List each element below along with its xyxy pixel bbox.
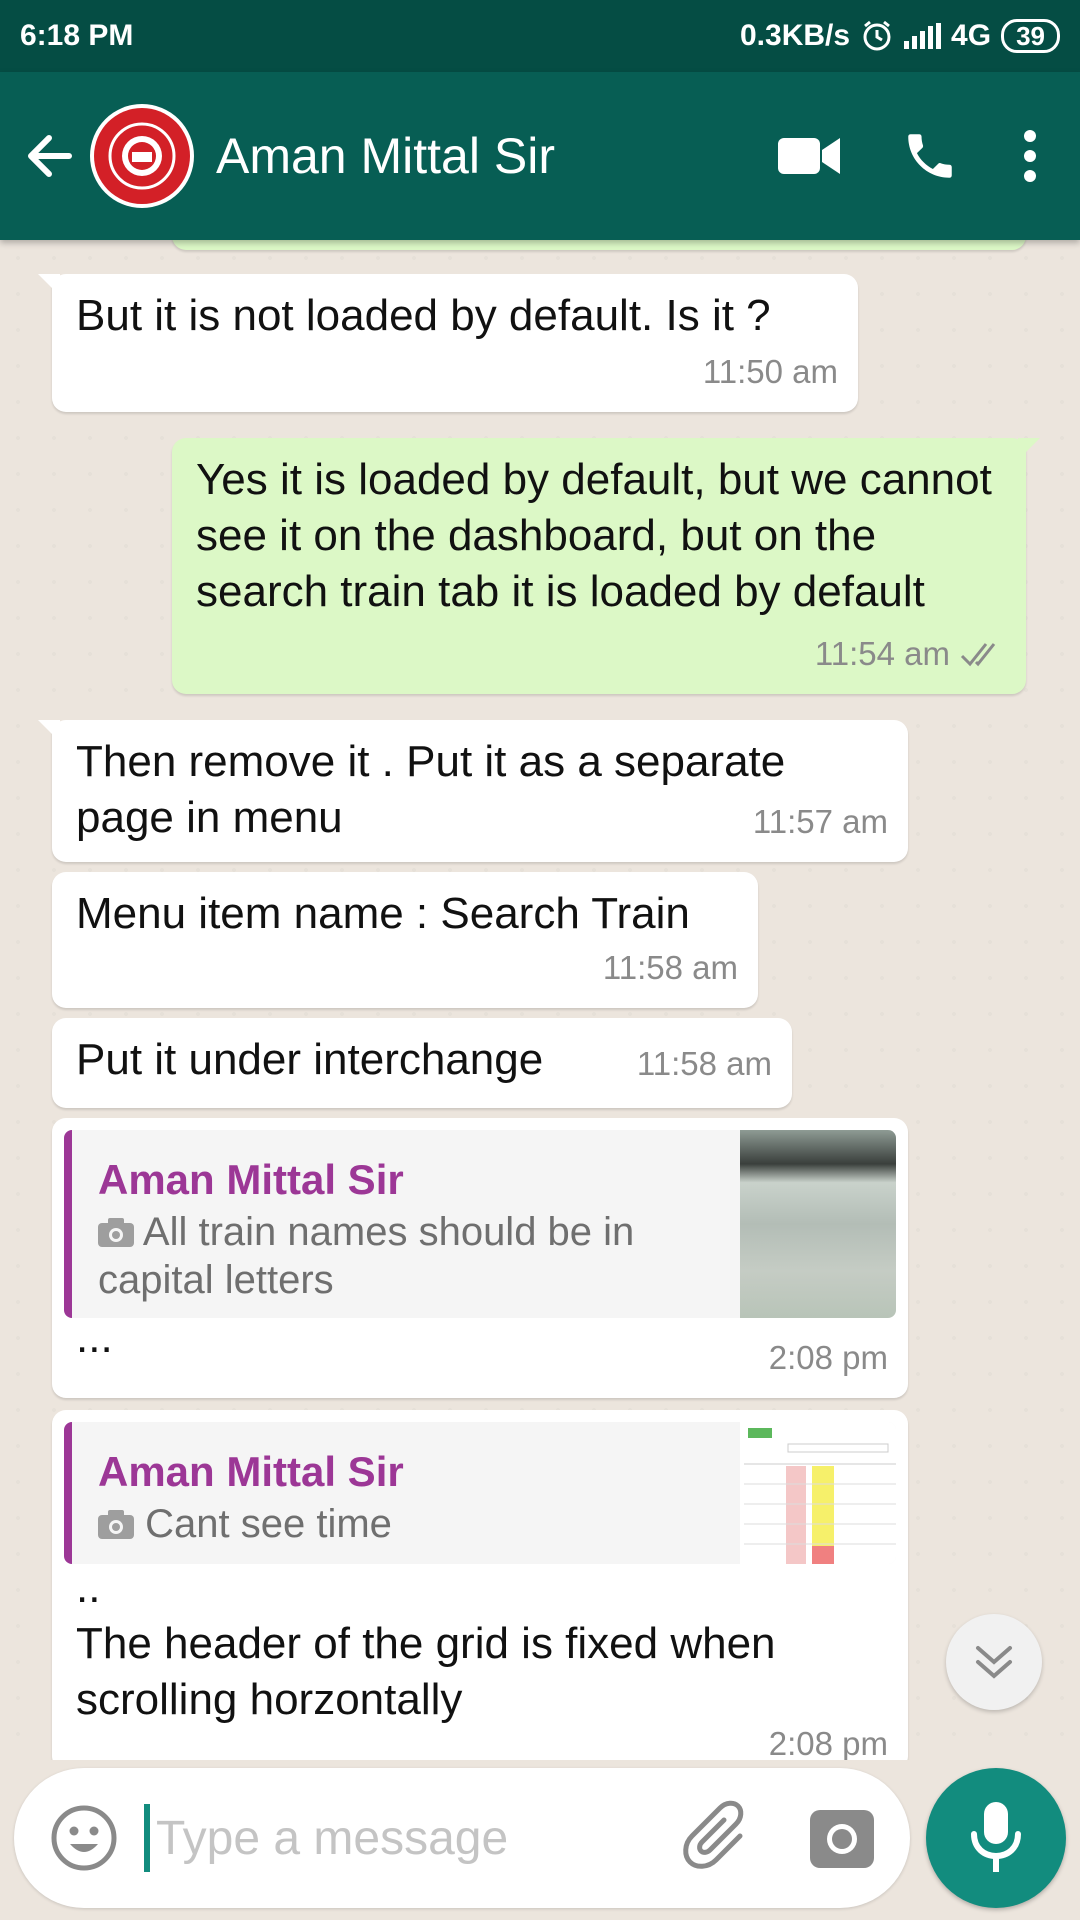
more-options-button[interactable]: [1010, 116, 1050, 196]
camera-button[interactable]: [806, 1802, 878, 1874]
message-text: Menu item name : Search Train: [76, 889, 690, 938]
video-call-button[interactable]: [770, 116, 850, 196]
scroll-to-bottom-button[interactable]: [946, 1614, 1042, 1710]
message-bubble[interactable]: Put it under interchange 11:58 am: [52, 1018, 792, 1108]
voice-call-button[interactable]: [890, 116, 970, 196]
quoted-message[interactable]: Aman Mittal Sir Cant see time: [64, 1422, 896, 1564]
chat-header: Aman Mittal Sir: [0, 72, 1080, 240]
message-bubble[interactable]: Aman Mittal Sir All train names should b…: [52, 1118, 908, 1398]
message-time: 2:08 pm: [768, 1725, 888, 1760]
status-bar: 6:18 PM 0.3KB/s 4G 39: [0, 0, 1080, 72]
message-text: ...: [76, 1313, 113, 1362]
message-time: 11:57 am: [752, 803, 888, 840]
message-text: Yes it is loaded by default, but we cann…: [196, 455, 992, 616]
composer: [14, 1768, 910, 1908]
alarm-icon: [863, 20, 891, 51]
message-bubble[interactable]: Yes it is loaded by default, but we cann…: [172, 438, 1040, 694]
message-bubble[interactable]: Menu item name : Search Train 11:58 am: [52, 872, 758, 1008]
camera-icon: [98, 1510, 134, 1539]
indian-railways-logo: [94, 108, 190, 204]
message-text: But it is not loaded by default. Is it ?: [76, 291, 771, 340]
network-type: 4G: [951, 19, 992, 52]
attach-icon: [683, 1800, 744, 1869]
double-check-icon: [960, 643, 996, 667]
signal-icon: [904, 23, 942, 49]
message-bubble[interactable]: Then remove it . Put it as a separate pa…: [38, 720, 908, 862]
message-input[interactable]: [156, 1798, 536, 1878]
battery-icon: 39: [1001, 19, 1060, 53]
back-arrow-icon: [28, 135, 72, 177]
emoji-button[interactable]: [44, 1798, 124, 1878]
status-indicators: 0.3KB/s 4G 39: [740, 19, 1060, 53]
message-time: 11:50 am: [702, 353, 838, 390]
voice-call-icon: [908, 134, 952, 178]
message-bubble-partial: [172, 240, 1026, 250]
quote-text: Cant see time: [98, 1500, 658, 1548]
message-time: 2:08 pm: [768, 1339, 888, 1376]
quote-text-label: Cant see time: [145, 1502, 392, 1546]
message-time: 11:54 am: [814, 635, 950, 672]
avatar[interactable]: [90, 104, 194, 208]
quote-thumbnail: [740, 1422, 896, 1564]
emoji-icon: [51, 1805, 117, 1871]
message-list[interactable]: But it is not loaded by default. Is it ?…: [0, 240, 1080, 1760]
mic-icon: [971, 1802, 1021, 1872]
double-chevron-down-icon: [976, 1646, 1012, 1679]
quote-text: All train names should be in capital let…: [98, 1208, 658, 1304]
text-cursor: [144, 1804, 150, 1872]
more-options-icon: [1024, 130, 1036, 182]
video-call-icon: [778, 138, 840, 174]
battery-level: 39: [1016, 20, 1045, 51]
message-time: 11:58 am: [602, 949, 738, 986]
status-time: 6:18 PM: [20, 19, 134, 52]
message-text: .. The header of the grid is fixed when …: [76, 1563, 776, 1724]
voice-message-button[interactable]: [926, 1768, 1066, 1908]
contact-name[interactable]: Aman Mittal Sir: [216, 127, 770, 185]
message-time: 11:58 am: [636, 1045, 772, 1082]
attach-button[interactable]: [678, 1796, 762, 1880]
quoted-message[interactable]: Aman Mittal Sir All train names should b…: [64, 1130, 896, 1318]
quote-author: Aman Mittal Sir: [98, 1156, 404, 1203]
network-speed: 0.3KB/s: [739, 19, 851, 52]
message-bubble[interactable]: Aman Mittal Sir Cant see time .. The hea…: [52, 1410, 908, 1760]
quote-text-label: All train names should be in capital let…: [98, 1210, 635, 1302]
message-bubble[interactable]: But it is not loaded by default. Is it ?…: [38, 274, 858, 412]
quote-author: Aman Mittal Sir: [98, 1448, 404, 1495]
camera-icon: [98, 1218, 134, 1247]
header-actions: [770, 116, 1050, 196]
camera-icon: [810, 1810, 874, 1868]
quote-thumbnail: [740, 1130, 896, 1318]
back-button[interactable]: [8, 72, 90, 240]
